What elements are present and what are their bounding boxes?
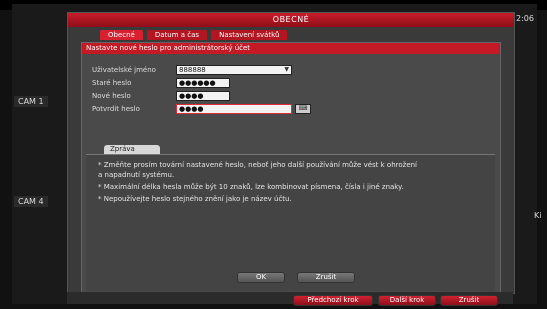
message-line: a napadnutí systému. xyxy=(98,171,175,179)
cancel-wizard-button[interactable]: Zrušit xyxy=(440,295,498,306)
username-label: Uživatelské jméno xyxy=(92,66,156,74)
tab-svatky[interactable]: Nastavení svátků xyxy=(211,30,288,40)
tab-bar: Obecné Datum a čas Nastavení svátků xyxy=(100,30,288,40)
message-line: * Maximální délka hesla může být 10 znak… xyxy=(98,183,404,191)
message-tab: Zpráva xyxy=(104,145,160,154)
cam4-label: CAM 4 xyxy=(14,196,48,207)
message-area: * Změňte prosím tovární nastavené heslo,… xyxy=(86,154,495,291)
new-password-label: Nové heslo xyxy=(92,92,131,100)
password-panel: Nastavte nové heslo pro administrátorský… xyxy=(81,42,501,293)
username-select[interactable]: 888888 ▼ xyxy=(176,65,292,75)
confirm-password-field[interactable]: ●●●● xyxy=(176,104,292,114)
message-line: * Nepoužívejte heslo stejného znění jako… xyxy=(98,195,292,203)
right-edge-text: Ki xyxy=(534,211,542,220)
dialog-title: OBECNÉ xyxy=(68,13,514,27)
cancel-button[interactable]: Zrušit xyxy=(297,272,355,283)
old-password-field[interactable]: ●●●●●● xyxy=(176,78,230,88)
message-line: * Změňte prosím tovární nastavené heslo,… xyxy=(98,161,418,169)
username-value: 888888 xyxy=(179,66,206,74)
keyboard-icon[interactable]: ⌨ xyxy=(295,104,311,114)
tab-obecne[interactable]: Obecné xyxy=(100,30,143,40)
settings-dialog: OBECNÉ Obecné Datum a čas Nastavení svát… xyxy=(67,12,515,294)
new-password-field[interactable]: ●●●● xyxy=(176,91,230,101)
username-row: Uživatelské jméno 888888 ▼ xyxy=(92,65,292,75)
prev-step-button[interactable]: Předchozí krok xyxy=(293,295,373,306)
cam1-label: CAM 1 xyxy=(14,96,48,107)
ok-button[interactable]: OK xyxy=(237,272,285,283)
new-password-row: Nové heslo ●●●● xyxy=(92,91,230,101)
tab-datum-a-cas[interactable]: Datum a čas xyxy=(146,30,208,40)
chevron-down-icon: ▼ xyxy=(284,66,289,73)
clock-time: 2:06 xyxy=(516,14,534,23)
old-password-label: Staré heslo xyxy=(92,79,132,87)
old-password-row: Staré heslo ●●●●●● xyxy=(92,78,230,88)
panel-header: Nastavte nové heslo pro administrátorský… xyxy=(82,43,500,54)
next-step-button[interactable]: Další krok xyxy=(378,295,436,306)
confirm-password-row: Potvrdit heslo ●●●● ⌨ xyxy=(92,104,311,114)
confirm-password-label: Potvrdit heslo xyxy=(92,105,140,113)
